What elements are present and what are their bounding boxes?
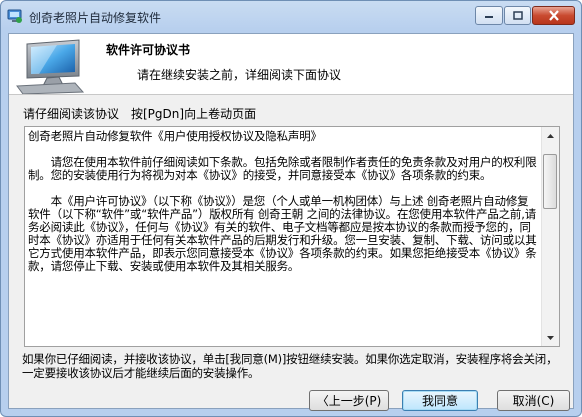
license-text-box[interactable]: 创奇老照片自动修复软件《用户使用授权协议及隐私声明》 请您在使用本软件前仔细阅读…: [24, 126, 560, 347]
license-paragraph: 本《用户许可协议》（以下称《协议》）是您（个人或单一机构团体）与上述 创奇老照片…: [28, 194, 537, 273]
window-title: 创奇老照片自动修复软件: [29, 11, 162, 25]
license-paragraph: 请您在使用本软件前仔细阅读如下条款。包括免除或者限制作者责任的免责条款及对用户的…: [28, 155, 537, 182]
header-title: 软件许可协议书: [106, 43, 191, 57]
agree-button[interactable]: 我同意: [402, 390, 478, 411]
close-icon: [548, 10, 559, 21]
license-title: 创奇老照片自动修复软件《用户使用授权协议及隐私声明》: [28, 129, 322, 143]
header-subtitle: 请在继续安装之前，详细阅读下面协议: [137, 68, 342, 82]
vertical-scrollbar[interactable]: [541, 127, 559, 346]
arrow-up-icon: [547, 133, 554, 138]
dialog-client-area: 软件许可协议书 请在继续安装之前，详细阅读下面协议 请仔细阅读该协议 按[PgD…: [8, 33, 574, 411]
maximize-icon: [512, 11, 523, 20]
agreement-hint: 如果你已仔细阅读，并接收该协议，单击[我同意(M)]按钮继续安装。如果你选定取消…: [22, 352, 558, 380]
installer-window: 创奇老照片自动修复软件 软件许可协议书 请在继续安装之前，详细阅读下面协议 请仔…: [0, 0, 582, 417]
cancel-button[interactable]: 取消(C): [497, 390, 570, 411]
close-button[interactable]: [532, 6, 575, 25]
license-text: 创奇老照片自动修复软件《用户使用授权协议及隐私声明》 请您在使用本软件前仔细阅读…: [28, 130, 538, 273]
title-bar[interactable]: 创奇老照片自动修复软件: [1, 1, 581, 33]
back-button[interactable]: 〈上一步(P): [309, 390, 389, 411]
app-icon: [7, 9, 22, 23]
scroll-down-button[interactable]: [542, 329, 559, 346]
header-panel: 软件许可协议书 请在继续安装之前，详细阅读下面协议: [9, 34, 573, 95]
read-instruction: 请仔细阅读该协议 按[PgDn]向上卷动页面: [23, 107, 257, 121]
minimize-button[interactable]: [475, 6, 503, 25]
maximize-button[interactable]: [504, 6, 531, 25]
scroll-up-button[interactable]: [542, 127, 559, 144]
arrow-down-icon: [547, 335, 554, 340]
scrollbar-thumb[interactable]: [543, 154, 557, 209]
minimize-icon: [485, 15, 493, 18]
computer-monitor-icon: [16, 39, 85, 94]
